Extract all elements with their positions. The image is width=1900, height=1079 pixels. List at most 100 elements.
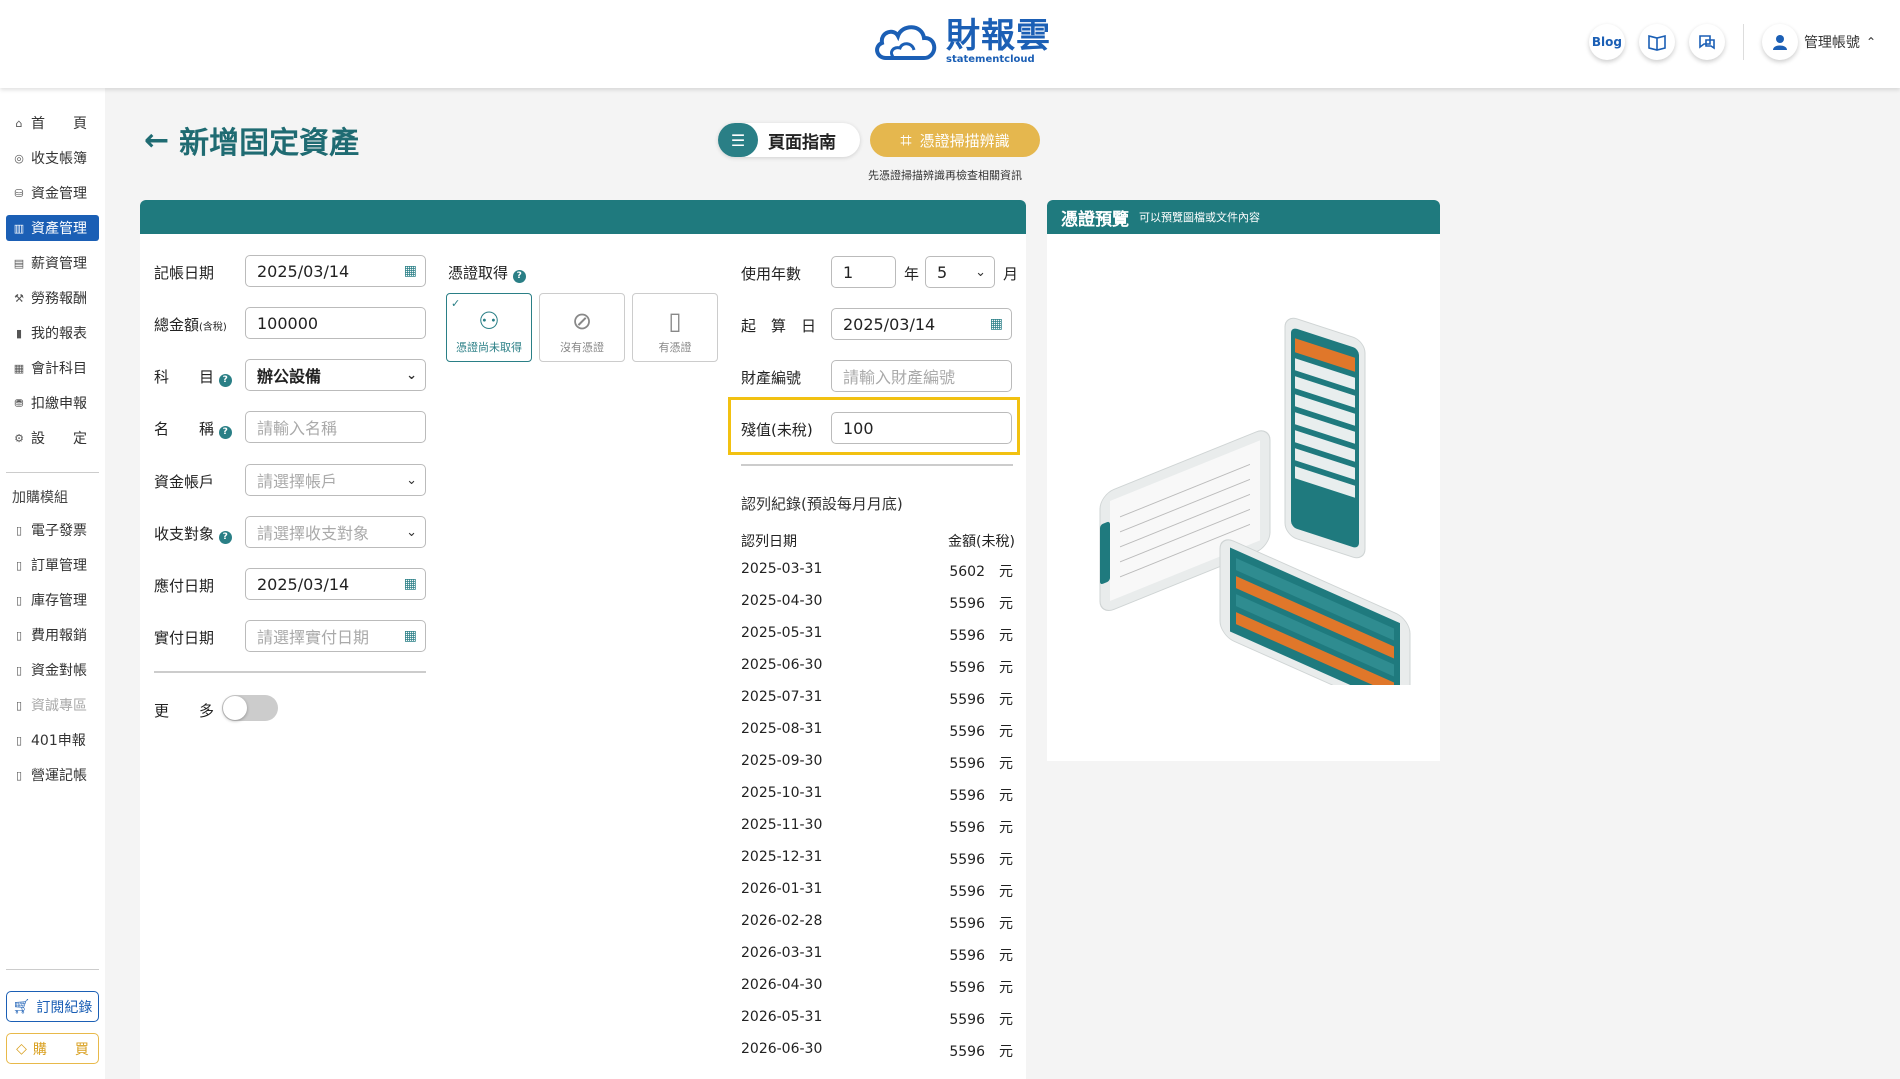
form-card-header (140, 200, 1026, 234)
sidebar-item-pwc[interactable]: ▯ 資誠專區 (6, 692, 99, 718)
sidebar-item-label: 薪資管理 (31, 256, 87, 272)
sidebar-item-accounts[interactable]: ▦ 會計科目 (6, 355, 99, 381)
top-bar: 財報雲 statementcloud Blog 管理帳號 ⌃ (0, 0, 1900, 88)
page-guide-button[interactable]: ☰ 頁面指南 (718, 123, 860, 157)
preview-illustration (1099, 317, 1411, 685)
help-icon[interactable]: ? (218, 425, 232, 439)
sidebar-item-inventory[interactable]: ▯ 庫存管理 (6, 587, 99, 613)
fund-account-label: 資金帳戶 (154, 473, 215, 491)
voucher-option-pending[interactable]: ✓ ⚇ 憑證尚未取得 (446, 293, 532, 362)
table-row: 2025-08-31 5596 元 (741, 721, 1013, 741)
party-placeholder: 請選擇收支對象 (257, 524, 370, 543)
module-icon: ▯ (15, 663, 23, 677)
voucher-option-has[interactable]: ▯ 有憑證 (632, 293, 718, 362)
module-icon: ▯ (15, 768, 23, 782)
people-clock-icon: ⚇ (478, 307, 500, 335)
subject-value: 辦公設備 (257, 367, 322, 386)
voucher-option-label: 有憑證 (658, 341, 692, 354)
subscription-button[interactable]: 🛒︎ 訂閱紀錄 (6, 991, 99, 1022)
row-amount: 5596 元 (949, 628, 1013, 644)
useful-years-input[interactable]: 1 (831, 256, 896, 288)
row-date: 2025-04-30 (741, 593, 823, 609)
check-circle-icon: ✓ (451, 297, 461, 310)
start-date-input[interactable]: 2025/03/14 ▦ (831, 308, 1012, 340)
account-menu[interactable]: 管理帳號 ⌃ (1761, 24, 1876, 60)
total-amount-input[interactable]: 100000 (245, 307, 426, 339)
total-amount-value: 100000 (257, 313, 319, 333)
page-guide-label: 頁面指南 (768, 132, 836, 153)
record-date-input[interactable]: 2025/03/14 ▦ (245, 255, 426, 287)
subscription-label: 訂閱紀錄 (36, 999, 93, 1016)
total-amount-label-text: 總金額 (154, 316, 200, 334)
table-row: 2025-06-30 5596 元 (741, 657, 1013, 677)
table-row: 2026-02-28 5596 元 (741, 913, 1013, 933)
sidebar-item-home[interactable]: ⌂ 首 頁 (6, 110, 99, 136)
row-amount: 5596 元 (949, 788, 1013, 804)
sidebar-item-expenses[interactable]: ▯ 費用報銷 (6, 622, 99, 648)
party-select[interactable]: 請選擇收支對象 ⌄ (245, 516, 426, 548)
subject-select[interactable]: 辦公設備 ⌄ (245, 359, 426, 391)
sidebar-item-einvoice[interactable]: ▯ 電子發票 (6, 517, 99, 543)
more-toggle[interactable] (222, 695, 278, 721)
table-row: 2026-03-31 5596 元 (741, 945, 1013, 965)
calendar-icon[interactable]: ▦ (404, 576, 417, 592)
buy-label: 購 買 (32, 1041, 89, 1058)
scan-voucher-button[interactable]: ⌗ 憑證掃描辨識 (870, 123, 1040, 157)
row-date: 2026-03-31 (741, 945, 823, 961)
sidebar-item-labor[interactable]: ⚒ 勞務報酬 (6, 285, 99, 311)
total-amount-suffix: (含稅) (199, 322, 227, 333)
chevron-down-icon: ⌄ (406, 525, 417, 540)
table-row: 2025-03-31 5602 元 (741, 561, 1013, 581)
name-input[interactable]: 請輸入名稱 (245, 411, 426, 443)
table-row: 2025-10-31 5596 元 (741, 785, 1013, 805)
logo[interactable]: 財報雲 statementcloud (872, 18, 1051, 66)
module-icon: ▯ (15, 698, 23, 712)
sidebar-item-withholding[interactable]: ⛃ 扣繳申報 (6, 390, 99, 416)
sidebar-item-orders[interactable]: ▯ 訂單管理 (6, 552, 99, 578)
row-date: 2026-01-31 (741, 881, 823, 897)
calendar-icon[interactable]: ▦ (990, 316, 1003, 332)
sidebar-item-401[interactable]: ▯ 401申報 (6, 727, 99, 753)
sidebar-item-settings[interactable]: ⚙ 設 定 (6, 425, 99, 451)
voucher-label-text: 憑證取得 (448, 264, 509, 282)
calendar-icon[interactable]: ▦ (404, 628, 417, 644)
useful-years-value: 1 (843, 262, 854, 282)
scan-voucher-label: 憑證掃描辨識 (919, 131, 1010, 150)
support-button[interactable] (1688, 24, 1725, 60)
chevron-down-icon: ⌄ (406, 368, 417, 383)
avatar[interactable] (1761, 24, 1798, 60)
sidebar-item-assets[interactable]: ▥ 資產管理 (6, 215, 99, 241)
residual-value-input[interactable]: 100 (831, 412, 1012, 444)
sidebar-item-funds[interactable]: ⛁ 資金管理 (6, 180, 99, 206)
back-arrow-icon[interactable]: ← (144, 123, 169, 158)
row-date: 2025-07-31 (741, 689, 823, 705)
sidebar-item-reports[interactable]: ▮ 我的報表 (6, 320, 99, 346)
sidebar-item-payroll[interactable]: ▤ 薪資管理 (6, 250, 99, 276)
buy-button[interactable]: ◇ 購 買 (6, 1033, 99, 1064)
help-icon[interactable]: ? (218, 530, 232, 544)
fund-account-placeholder: 請選擇帳戶 (257, 472, 338, 491)
row-amount: 5596 元 (949, 948, 1013, 964)
sidebar-item-label: 資誠專區 (31, 698, 87, 714)
sidebar-item-label: 資金對帳 (31, 663, 87, 679)
blog-button[interactable]: Blog (1588, 24, 1625, 60)
row-date: 2025-11-30 (741, 817, 823, 833)
payable-date-input[interactable]: 2025/03/14 ▦ (245, 568, 426, 600)
page-title: ← 新增固定資產 (144, 118, 359, 162)
sidebar-item-ledger[interactable]: ◎ 收支帳簿 (6, 145, 99, 171)
subject-label: 科 目 ? (154, 366, 232, 387)
module-icon: ▯ (15, 733, 23, 747)
paid-date-input[interactable]: 請選擇實付日期 ▦ (245, 620, 426, 652)
sidebar-item-reconcile[interactable]: ▯ 資金對帳 (6, 657, 99, 683)
voucher-option-none[interactable]: ⊘ 沒有憑證 (539, 293, 625, 362)
useful-months-select[interactable]: 5 ⌄ (925, 256, 995, 288)
record-date-label: 記帳日期 (154, 264, 215, 282)
asset-number-input[interactable]: 請輸入財產編號 (831, 360, 1012, 392)
calendar-icon[interactable]: ▦ (404, 263, 417, 279)
help-icon[interactable]: ? (512, 269, 526, 283)
book-button[interactable] (1638, 24, 1675, 60)
fund-account-select[interactable]: 請選擇帳戶 ⌄ (245, 464, 426, 496)
asset-number-label: 財產編號 (741, 369, 802, 387)
sidebar-item-operations[interactable]: ▯ 營運記帳 (6, 762, 99, 788)
help-icon[interactable]: ? (218, 373, 232, 387)
